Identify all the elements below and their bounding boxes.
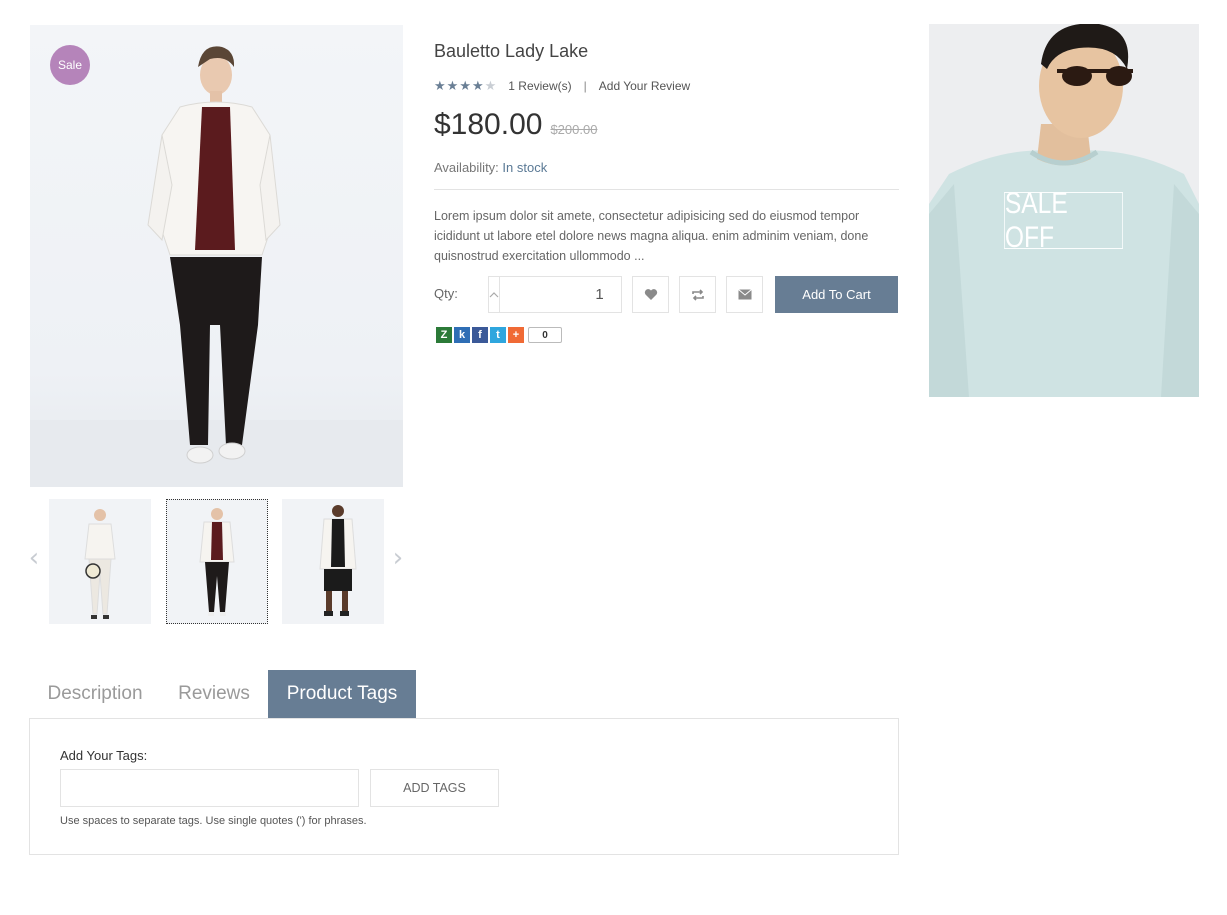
stock-status: In stock (502, 160, 548, 175)
tags-help-text: Use spaces to separate tags. Use single … (60, 815, 367, 827)
star-empty-icon: ★ (484, 78, 497, 94)
thumbnail-prev-arrow-icon[interactable]: ‹ (27, 545, 41, 571)
quantity-input[interactable] (499, 277, 700, 312)
qty-label: Qty: (434, 286, 458, 301)
thumbnail-1[interactable] (49, 499, 151, 624)
sale-off-label: SALE OFF (1004, 187, 1123, 254)
thumbnail-3[interactable] (282, 499, 384, 624)
review-separator: | (583, 79, 587, 93)
availability: Availability: In stock (434, 160, 547, 175)
thumbnail-2[interactable] (166, 499, 268, 624)
add-review-link[interactable]: Add Your Review (599, 79, 690, 93)
email-friend-button[interactable] (726, 276, 763, 313)
star-icon: ★ (471, 78, 484, 94)
star-icon: ★ (446, 78, 459, 94)
product-description: Lorem ipsum dolor sit amete, consectetur… (434, 209, 869, 263)
twitter-icon[interactable]: t (490, 327, 506, 343)
price: $180.00 (434, 108, 543, 141)
reviews-link[interactable]: 1 Review(s) (508, 79, 571, 93)
main-product-image[interactable]: Sale (30, 25, 403, 487)
thumbnail-next-arrow-icon[interactable]: › (391, 545, 405, 571)
tab-product-tags[interactable]: Product Tags (268, 670, 416, 718)
sale-badge: Sale (50, 45, 90, 85)
price-row: $180.00 $200.00 (434, 108, 597, 142)
sale-off-banner[interactable]: SALE OFF (929, 24, 1199, 397)
add-to-cart-button[interactable]: Add To Cart (775, 276, 898, 313)
share-ok-icon[interactable]: k (454, 327, 470, 343)
thumbnail-3-photo (319, 505, 357, 616)
share-more-icon[interactable]: + (508, 327, 524, 343)
product-title: Bauletto Lady Lake (434, 41, 589, 61)
model-photo (30, 46, 403, 487)
share-bar: Z k f t + 0 (436, 327, 562, 343)
product-tags-panel: Add Your Tags: ADD TAGS Use spaces to se… (29, 718, 899, 855)
tab-reviews[interactable]: Reviews (162, 670, 266, 718)
rating-row: ★ ★ ★ ★ ★ 1 Review(s) | Add Your Review (434, 77, 690, 95)
thumbnail-2-photo (199, 508, 235, 616)
facebook-icon[interactable]: f (472, 327, 488, 343)
availability-label: Availability: (434, 160, 499, 175)
share-zing-icon[interactable]: Z (436, 327, 452, 343)
wishlist-button[interactable] (632, 276, 669, 313)
star-icon: ★ (434, 78, 446, 94)
quantity-stepper (488, 276, 710, 313)
thumbnail-1-photo (84, 509, 116, 619)
star-icon: ★ (459, 78, 471, 94)
tab-description[interactable]: Description (30, 670, 160, 718)
share-count: 0 (528, 327, 562, 343)
tags-input[interactable] (60, 769, 359, 807)
email-icon (737, 289, 752, 300)
old-price: $200.00 (550, 122, 598, 137)
divider (434, 189, 899, 190)
compare-icon (691, 288, 704, 301)
heart-icon (644, 289, 657, 300)
qty-increase-button[interactable] (489, 277, 499, 312)
tags-label: Add Your Tags: (60, 748, 148, 763)
add-tags-button[interactable]: ADD TAGS (370, 769, 499, 807)
compare-button[interactable] (679, 276, 716, 313)
chevron-up-icon (489, 291, 499, 297)
star-rating: ★ ★ ★ ★ ★ (434, 79, 496, 94)
